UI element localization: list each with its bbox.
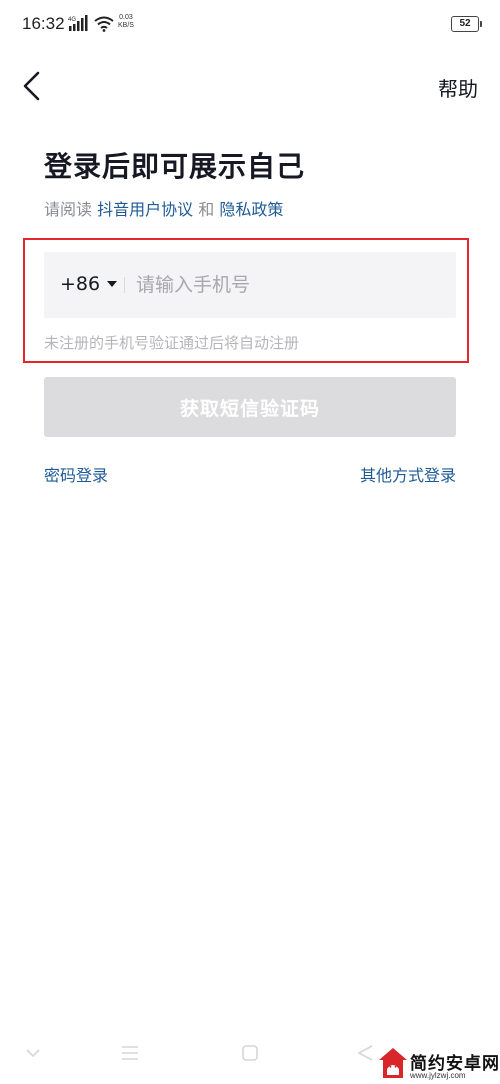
page-title: 登录后即可展示自己 [44,150,306,183]
chevron-down-icon[interactable] [24,1042,42,1064]
back-triangle-icon[interactable] [354,1042,376,1064]
signal-icon: 4G [68,15,88,31]
get-sms-code-button[interactable]: 获取短信验证码 [44,377,456,437]
battery-icon: 52 [451,16,482,32]
network-speed-value: 0.03 [119,14,133,21]
watermark: 简约安卓网 www.jylzwj.com [378,1047,500,1084]
dropdown-triangle-icon [107,281,118,287]
android-house-logo-icon [379,1048,407,1078]
agreement-and: 和 [198,200,215,219]
signal-label: 4G [68,17,76,23]
agreement-text: 请阅读 抖音用户协议 和 隐私政策 [44,196,283,220]
network-speed: 0.03 KB/S [118,14,134,30]
country-code-selector[interactable]: +86 [60,273,118,295]
phone-number-input[interactable] [136,267,436,303]
watermark-url: www.jylzwj.com [410,1071,466,1080]
agreement-prefix: 请阅读 [44,200,93,219]
wifi-icon [94,16,114,32]
network-speed-unit: KB/S [118,22,134,29]
menu-icon[interactable] [120,1042,140,1064]
square-icon[interactable] [240,1042,260,1064]
input-divider [124,277,125,293]
chevron-left-icon [23,71,40,101]
battery-level: 52 [459,18,471,29]
country-code-value: +86 [60,273,101,295]
status-time: 16:32 [22,14,65,33]
user-agreement-link[interactable]: 抖音用户协议 [97,200,193,219]
register-hint: 未注册的手机号验证通过后将自动注册 [44,334,300,352]
privacy-policy-link[interactable]: 隐私政策 [219,200,283,219]
status-bar: 16:32 4G 0.03 KB/S 52 [0,0,500,50]
password-login-link[interactable]: 密码登录 [44,462,108,486]
other-login-link[interactable]: 其他方式登录 [360,462,456,486]
back-button[interactable] [16,66,52,106]
phone-input-row: +86 [44,252,456,318]
help-link[interactable]: 帮助 [438,73,478,102]
